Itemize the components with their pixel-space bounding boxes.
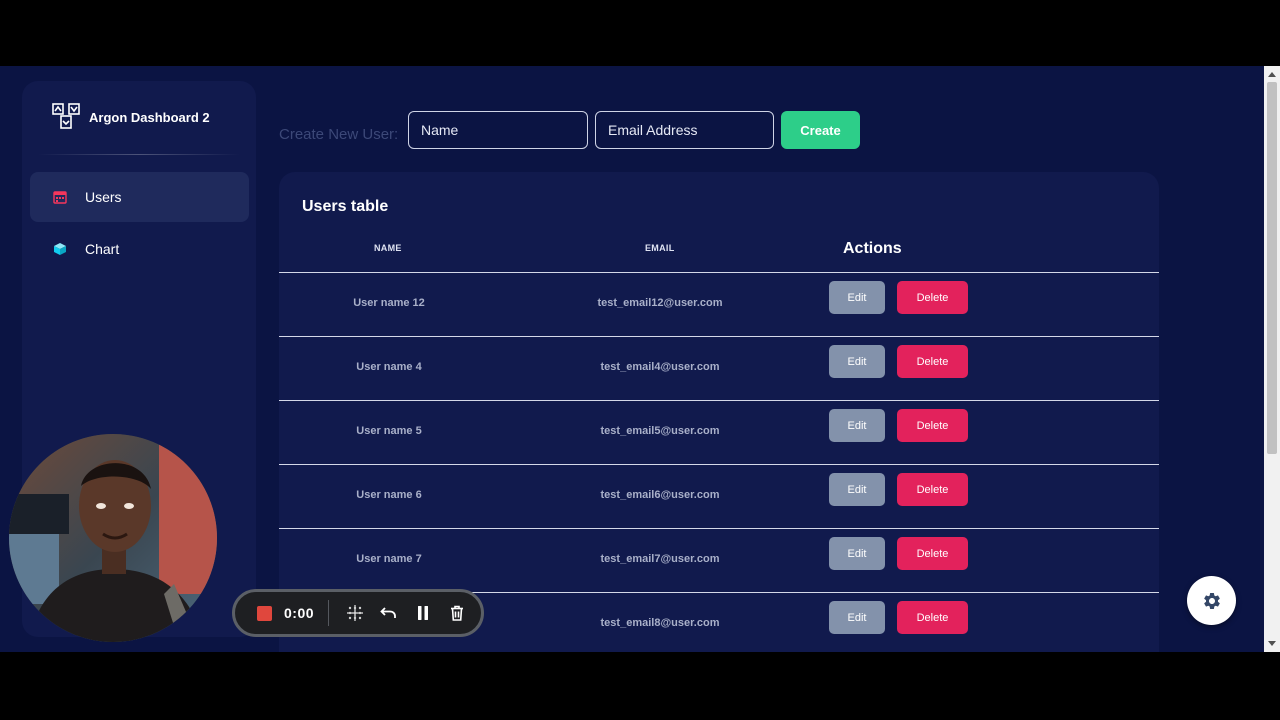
table-row: User name 6 test_email6@user.com Edit De… xyxy=(279,465,1159,529)
cell-name: User name 12 xyxy=(353,297,425,309)
sidebar-divider xyxy=(38,154,240,155)
edit-button[interactable]: Edit xyxy=(829,345,885,378)
recorder-divider xyxy=(328,600,330,626)
delete-button[interactable]: Delete xyxy=(897,601,968,634)
edit-button[interactable]: Edit xyxy=(829,601,885,634)
create-user-label: Create New User: xyxy=(279,126,399,143)
page-scrollbar[interactable] xyxy=(1264,66,1280,652)
gear-icon xyxy=(1203,592,1220,609)
sidebar-item-label: Chart xyxy=(85,241,120,257)
delete-button[interactable]: Delete xyxy=(897,473,968,506)
edit-button[interactable]: Edit xyxy=(829,537,885,570)
users-table-card: Users table Name Email Actions User name… xyxy=(279,172,1159,652)
edit-button[interactable]: Edit xyxy=(829,473,885,506)
calendar-icon xyxy=(53,191,67,204)
cell-name: User name 5 xyxy=(356,425,422,437)
stop-recording-button[interactable] xyxy=(257,605,272,621)
scroll-down-arrow-icon[interactable] xyxy=(1268,641,1276,646)
cell-name: User name 4 xyxy=(356,361,422,373)
name-input[interactable] xyxy=(408,111,588,149)
cell-name: User name 6 xyxy=(356,489,422,501)
table-row: User name 7 test_email7@user.com Edit De… xyxy=(279,529,1159,593)
sidebar-item-chart[interactable]: Chart xyxy=(30,224,249,274)
create-button[interactable]: Create xyxy=(781,111,860,149)
screen-recorder-bar: 0:00 xyxy=(232,589,484,637)
table-row: User name 12 test_email12@user.com Edit … xyxy=(279,273,1159,337)
cell-email: test_email12@user.com xyxy=(597,297,723,309)
column-header-email: Email xyxy=(645,243,675,253)
edit-button[interactable]: Edit xyxy=(829,281,885,314)
cell-email: test_email5@user.com xyxy=(600,425,720,437)
table-title: Users table xyxy=(302,198,389,215)
recording-timer: 0:00 xyxy=(284,605,315,621)
table-row: User name 5 test_email5@user.com Edit De… xyxy=(279,401,1159,465)
cell-email: test_email4@user.com xyxy=(600,361,720,373)
cell-name: User name 7 xyxy=(356,553,422,565)
cell-email: test_email7@user.com xyxy=(600,553,720,565)
webcam-person-image xyxy=(9,434,217,642)
webcam-overlay xyxy=(9,434,217,642)
sidebar-item-label: Users xyxy=(85,189,122,205)
brand[interactable]: Argon Dashboard 2 xyxy=(52,103,210,131)
cell-email: test_email8@user.com xyxy=(600,617,720,629)
brand-logo-icon xyxy=(52,103,80,129)
brand-name: Argon Dashboard 2 xyxy=(89,109,210,125)
grid-dots-icon[interactable] xyxy=(346,605,363,622)
trash-icon[interactable] xyxy=(448,605,465,622)
column-header-actions: Actions xyxy=(843,240,902,257)
delete-button[interactable]: Delete xyxy=(897,537,968,570)
scrollbar-thumb[interactable] xyxy=(1267,82,1277,454)
edit-button[interactable]: Edit xyxy=(829,409,885,442)
settings-button[interactable] xyxy=(1187,576,1236,625)
cell-email: test_email6@user.com xyxy=(600,489,720,501)
column-header-name: Name xyxy=(374,243,402,253)
sidebar-item-users[interactable]: Users xyxy=(30,172,249,222)
undo-icon[interactable] xyxy=(380,605,397,622)
delete-button[interactable]: Delete xyxy=(897,345,968,378)
scroll-up-arrow-icon[interactable] xyxy=(1268,72,1276,77)
table-row: User name 4 test_email4@user.com Edit De… xyxy=(279,337,1159,401)
email-input[interactable] xyxy=(595,111,774,149)
pause-icon[interactable] xyxy=(414,605,431,622)
delete-button[interactable]: Delete xyxy=(897,409,968,442)
cube-icon xyxy=(54,243,66,255)
delete-button[interactable]: Delete xyxy=(897,281,968,314)
